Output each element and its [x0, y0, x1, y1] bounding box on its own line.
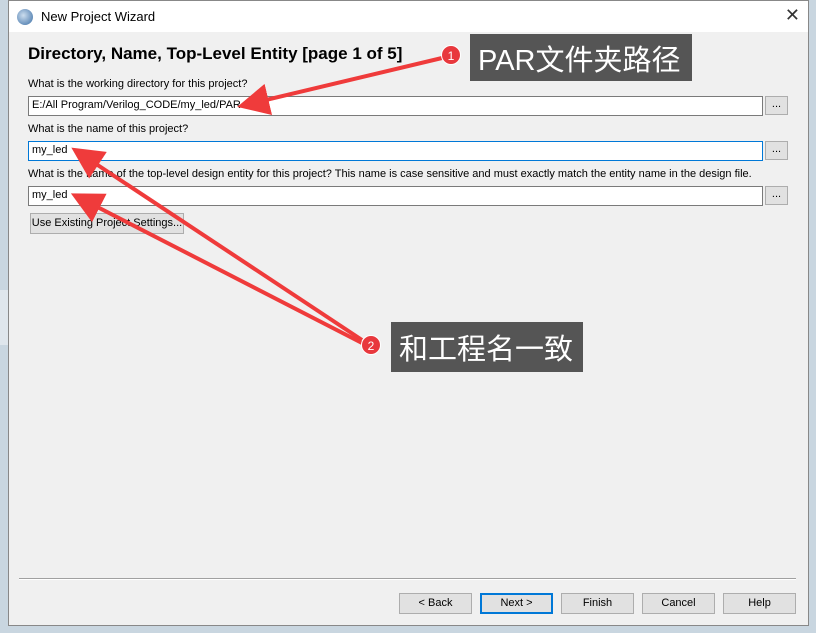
annotation-badge-1: 1 [441, 45, 461, 65]
annotation-arrows [70, 56, 443, 345]
annotation-callout-2: 和工程名一致 [391, 322, 583, 372]
arrow-2a [71, 147, 364, 342]
arrow-1 [237, 56, 443, 115]
annotation-callout-1: PAR文件夹路径 [470, 34, 692, 81]
annotation-badge-2: 2 [361, 335, 381, 355]
arrow-2b [70, 193, 363, 345]
